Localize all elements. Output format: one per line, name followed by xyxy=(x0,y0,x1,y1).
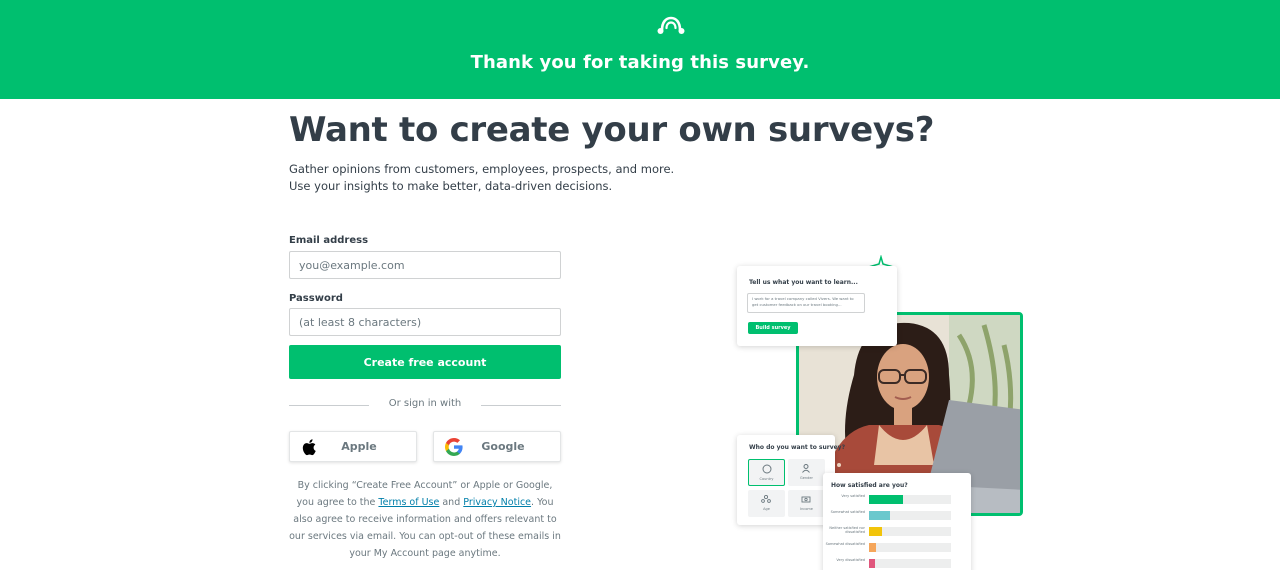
legal-text-2: and xyxy=(439,497,464,508)
google-label: Google xyxy=(481,440,525,453)
audience-card: Who do you want to survey? Country Gende… xyxy=(737,435,845,525)
create-account-button[interactable]: Create free account xyxy=(289,345,561,379)
page-title: Want to create your own surveys? xyxy=(289,110,935,150)
top-banner: Thank you for taking this survey. xyxy=(0,0,1280,99)
divider-left xyxy=(289,405,369,406)
terms-of-use-link[interactable]: Terms of Use xyxy=(378,497,439,508)
audience-option-age: Age xyxy=(748,490,785,517)
audience-option-country: Country xyxy=(748,459,785,486)
person-icon xyxy=(802,464,810,473)
page-subtitle: Gather opinions from customers, employee… xyxy=(289,162,675,193)
money-icon xyxy=(801,496,811,503)
divider-text: Or sign in with xyxy=(388,398,462,409)
satisfaction-row-track xyxy=(869,543,951,552)
audience-option-label: Gender xyxy=(800,476,813,480)
satisfaction-card: How satisfied are you? Very satisfied Som… xyxy=(823,473,971,570)
audience-option-income: Income xyxy=(788,490,825,517)
divider-right xyxy=(481,405,561,406)
email-field[interactable] xyxy=(289,251,561,279)
satisfaction-row-label: Somewhat dissatisfied xyxy=(825,542,865,546)
satisfaction-row-bar xyxy=(869,527,882,536)
apple-signin-button[interactable]: Apple xyxy=(289,431,417,462)
satisfaction-card-title: How satisfied are you? xyxy=(831,482,908,489)
prompt-card-textarea: I work for a travel company called Viver… xyxy=(747,293,865,313)
apple-label: Apple xyxy=(341,440,377,453)
satisfaction-row-label: Somewhat satisfied xyxy=(830,510,865,514)
banner-title: Thank you for taking this survey. xyxy=(470,52,810,73)
survey-prompt-card: Tell us what you want to learn... I work… xyxy=(737,266,897,346)
group-icon xyxy=(761,494,771,503)
satisfaction-row-bar xyxy=(869,559,875,568)
hero-illustration: Tell us what you want to learn... I work… xyxy=(735,255,1035,570)
email-label: Email address xyxy=(289,235,369,246)
satisfaction-row-label: Very satisfied xyxy=(841,494,865,498)
audience-card-title: Who do you want to survey? xyxy=(749,444,846,451)
satisfaction-row-track xyxy=(869,559,951,568)
satisfaction-row-label: Very dissatisfied xyxy=(836,558,865,562)
globe-icon xyxy=(762,464,772,474)
audience-option-label: Age xyxy=(763,507,770,511)
satisfaction-row-bar xyxy=(869,543,876,552)
password-field[interactable] xyxy=(289,308,561,336)
password-label: Password xyxy=(289,293,343,304)
satisfaction-row-label: Neither satisfied nor dissatisfied xyxy=(829,526,865,534)
legal-notice: By clicking “Create Free Account” or App… xyxy=(289,477,561,562)
audience-option-label: Country xyxy=(759,477,774,481)
satisfaction-row-bar xyxy=(869,495,903,504)
google-signin-button[interactable]: Google xyxy=(433,431,561,462)
audience-option-gender: Gender xyxy=(788,459,825,486)
prompt-card-title: Tell us what you want to learn... xyxy=(749,279,858,286)
audience-option-label: Income xyxy=(800,507,813,511)
privacy-notice-link[interactable]: Privacy Notice xyxy=(463,497,531,508)
build-survey-button: Build survey xyxy=(748,322,798,334)
satisfaction-row-bar xyxy=(869,511,890,520)
surveymonkey-logo-icon xyxy=(657,16,685,34)
